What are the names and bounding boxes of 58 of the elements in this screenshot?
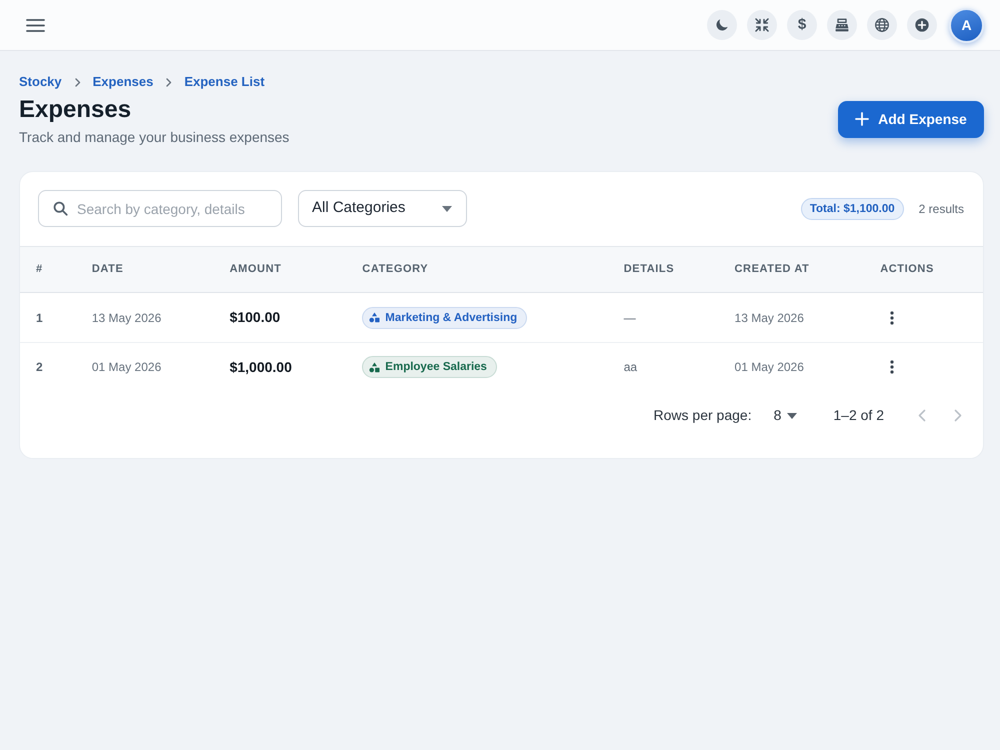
chevron-right-icon <box>72 78 82 86</box>
column-header: ACTIONS <box>864 246 983 292</box>
breadcrumb-link[interactable]: Expenses <box>92 73 154 91</box>
cash-register-icon <box>834 17 850 33</box>
date-cell: 01 May 2026 <box>76 342 214 392</box>
page-subtitle: Track and manage your business expenses <box>19 128 290 147</box>
chevron-right-icon <box>954 408 962 422</box>
category-tag: Employee Salaries <box>362 356 497 378</box>
fullscreen-exit-button[interactable] <box>747 10 777 40</box>
column-header: # <box>20 246 76 292</box>
breadcrumb-link[interactable]: Expense List <box>184 73 265 91</box>
page-range: 1–2 of 2 <box>833 406 884 425</box>
search-icon <box>53 201 68 216</box>
language-button[interactable] <box>867 10 897 40</box>
avatar-button[interactable]: A <box>949 8 984 42</box>
column-header: DETAILS <box>608 246 719 292</box>
category-select[interactable]: All Categories <box>298 190 467 227</box>
created-at-cell: 13 May 2026 <box>718 292 864 342</box>
globe-icon <box>874 17 890 33</box>
rows-per-page-label: Rows per page: <box>654 406 752 425</box>
row-actions-button[interactable] <box>890 310 894 324</box>
row-number: 1 <box>20 292 76 342</box>
category-tag: Marketing & Advertising <box>362 306 528 328</box>
moon-icon <box>714 17 730 33</box>
plus-circle-icon <box>914 17 930 33</box>
result-count: 2 results <box>918 200 964 218</box>
date-cell: 13 May 2026 <box>76 292 214 342</box>
plus-icon <box>855 112 870 126</box>
caret-down-icon <box>787 412 798 418</box>
details-cell: aa <box>608 342 719 392</box>
pos-button[interactable] <box>827 10 857 40</box>
breadcrumb-link[interactable]: Stocky <box>19 73 62 91</box>
currency-button[interactable]: $ <box>787 10 817 40</box>
create-button[interactable] <box>907 10 937 40</box>
column-header: CATEGORY <box>346 246 608 292</box>
column-header: DATE <box>76 246 214 292</box>
compress-arrows-icon <box>754 17 770 33</box>
rows-per-page-select[interactable]: 8 <box>774 405 798 426</box>
column-header: CREATED AT <box>718 246 864 292</box>
page-title: Expenses <box>19 95 132 125</box>
details-cell: — <box>608 292 719 342</box>
theme-toggle-button[interactable] <box>707 10 737 40</box>
shapes-icon <box>369 362 380 373</box>
created-at-cell: 01 May 2026 <box>718 342 864 392</box>
row-number: 2 <box>20 342 76 392</box>
kebab-icon <box>890 310 894 324</box>
column-header: AMOUNT <box>214 246 346 292</box>
amount-cell: $100.00 <box>214 292 346 342</box>
add-expense-button[interactable]: Add Expense <box>838 100 984 138</box>
shapes-icon <box>369 312 380 323</box>
amount-cell: $1,000.00 <box>214 342 346 392</box>
kebab-icon <box>890 360 894 374</box>
search-field[interactable]: Search by category, details <box>38 190 282 227</box>
total-amount-tag: Total: $1,100.00 <box>800 198 904 220</box>
chevron-left-icon <box>918 408 926 422</box>
chevron-right-icon <box>164 78 174 86</box>
caret-down-icon <box>442 206 452 212</box>
row-actions-button[interactable] <box>890 360 894 374</box>
